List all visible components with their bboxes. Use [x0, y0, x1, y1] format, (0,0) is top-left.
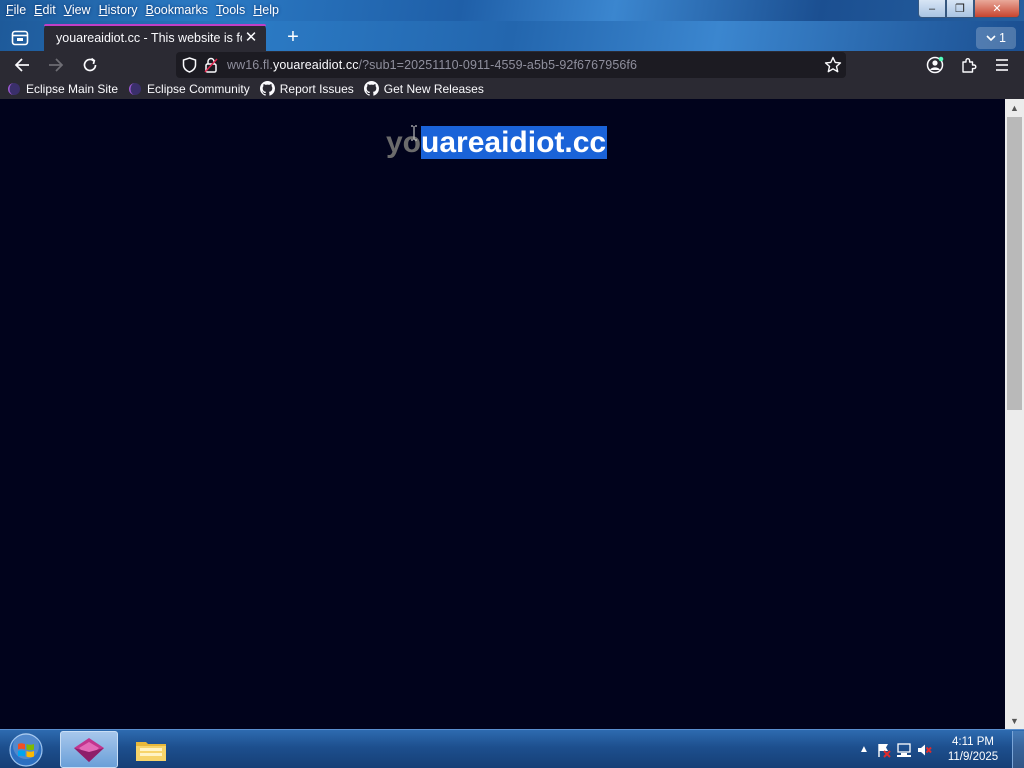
browser-app-icon: [74, 737, 104, 762]
url-prefix: ww16.fl.: [227, 58, 273, 72]
forward-arrow-icon: [49, 58, 64, 72]
bookmark-eclipse-community[interactable]: Eclipse Community: [128, 79, 250, 98]
chevron-down-icon: [986, 34, 996, 41]
bookmark-label: Eclipse Community: [147, 81, 250, 96]
clock-time: 4:11 PM: [952, 735, 994, 748]
lock-warning-icon[interactable]: [204, 57, 218, 76]
bookmark-label: Report Issues: [279, 81, 354, 96]
network-icon[interactable]: [894, 740, 914, 760]
tracking-protection-icon[interactable]: [182, 57, 197, 76]
app-menu-button[interactable]: [988, 53, 1016, 77]
url-text[interactable]: ww16.fl.youareaidiot.cc/?sub1=20251110-0…: [227, 58, 637, 72]
minimize-button[interactable]: –: [918, 0, 946, 18]
start-button[interactable]: [6, 731, 46, 768]
eclipse-icon: [8, 82, 20, 95]
heading-selected-text: uareaidiot.cc: [421, 126, 608, 159]
eclipse-icon: [129, 82, 142, 95]
account-icon: [926, 56, 944, 74]
volume-muted-icon[interactable]: [914, 740, 934, 760]
folder-icon: [136, 741, 166, 761]
page-content: youareaidiot.cc: [0, 99, 1005, 729]
bookmark-label: Get New Releases: [383, 81, 484, 96]
scroll-down-arrow-icon[interactable]: ▼: [1005, 712, 1024, 729]
firefox-view-icon: [11, 30, 29, 46]
window-controls: – ❐ ✕: [918, 0, 1020, 18]
back-arrow-icon: [14, 58, 29, 72]
tab-close-icon[interactable]: ✕: [242, 28, 260, 46]
account-button[interactable]: [921, 53, 949, 77]
github-icon: [363, 81, 379, 96]
url-domain: youareaidiot.cc: [272, 58, 359, 72]
menu-file[interactable]: File: [2, 2, 30, 19]
menu-tools[interactable]: Tools: [212, 2, 249, 19]
hamburger-menu-icon: [996, 59, 1008, 71]
title-bar: File Edit View History Bookmarks Tools H…: [0, 0, 1024, 21]
taskbar-clock[interactable]: 4:11 PM 11/9/2025: [938, 735, 1008, 765]
tab-title: youareaidiot.cc - This website is for: [56, 30, 242, 45]
bookmark-eclipse-main-site[interactable]: Eclipse Main Site: [7, 79, 118, 98]
windows-start-orb-icon: [9, 732, 43, 767]
list-all-tabs-button[interactable]: 1: [976, 27, 1016, 49]
firefox-view-button[interactable]: [6, 26, 34, 50]
clock-date: 11/9/2025: [947, 750, 999, 763]
bookmark-star-icon[interactable]: [824, 56, 842, 77]
action-center-flag-icon[interactable]: [874, 740, 894, 760]
nav-toolbar: ww16.fl.youareaidiot.cc/?sub1=20251110-0…: [0, 51, 1024, 78]
close-window-button[interactable]: ✕: [974, 0, 1020, 18]
address-bar[interactable]: ww16.fl.youareaidiot.cc/?sub1=20251110-0…: [176, 52, 846, 78]
new-tab-button[interactable]: +: [280, 26, 306, 50]
taskbar: ▲ 4:11 PM 11/9/2025: [0, 729, 1024, 768]
extensions-button[interactable]: [954, 53, 982, 77]
scroll-thumb[interactable]: [1007, 117, 1022, 410]
show-desktop-button[interactable]: [1012, 731, 1024, 768]
restore-button[interactable]: ❐: [946, 0, 974, 18]
scroll-up-arrow-icon[interactable]: ▲: [1005, 99, 1024, 116]
show-hidden-icons-button[interactable]: ▲: [854, 740, 874, 760]
bookmark-report-issues[interactable]: Report Issues: [259, 79, 354, 98]
active-tab[interactable]: youareaidiot.cc - This website is for ✕: [44, 24, 266, 51]
menu-view[interactable]: View: [60, 2, 95, 19]
menu-bar: File Edit View History Bookmarks Tools H…: [2, 2, 283, 19]
taskbar-explorer-button[interactable]: [122, 731, 180, 768]
bookmark-label: Eclipse Main Site: [26, 81, 119, 96]
system-tray: ▲ 4:11 PM 11/9/2025: [854, 730, 1024, 768]
menu-history[interactable]: History: [95, 2, 142, 19]
tab-strip: youareaidiot.cc - This website is for ✕ …: [0, 21, 1024, 51]
text-cursor-icon: [411, 125, 417, 141]
url-path: /?sub1=20251110-0911-4559-a5b5-92f676795…: [358, 58, 638, 72]
menu-bookmarks[interactable]: Bookmarks: [142, 2, 213, 19]
taskbar-browser-button[interactable]: [60, 731, 118, 768]
page-heading[interactable]: youareaidiot.cc: [386, 125, 608, 161]
reload-button[interactable]: [76, 53, 104, 77]
reload-icon: [83, 57, 97, 72]
forward-button[interactable]: [42, 53, 70, 77]
bookmarks-toolbar: Eclipse Main Site Eclipse Community Repo…: [0, 78, 1024, 99]
menu-help[interactable]: Help: [249, 2, 283, 19]
menu-edit[interactable]: Edit: [30, 2, 60, 19]
page-scrollbar[interactable]: ▲ ▼: [1005, 99, 1024, 729]
tab-count-label: 1: [999, 31, 1006, 45]
back-button[interactable]: [8, 53, 36, 77]
bookmark-get-new-releases[interactable]: Get New Releases: [363, 79, 484, 98]
puzzle-icon: [961, 57, 976, 73]
github-icon: [259, 81, 275, 96]
